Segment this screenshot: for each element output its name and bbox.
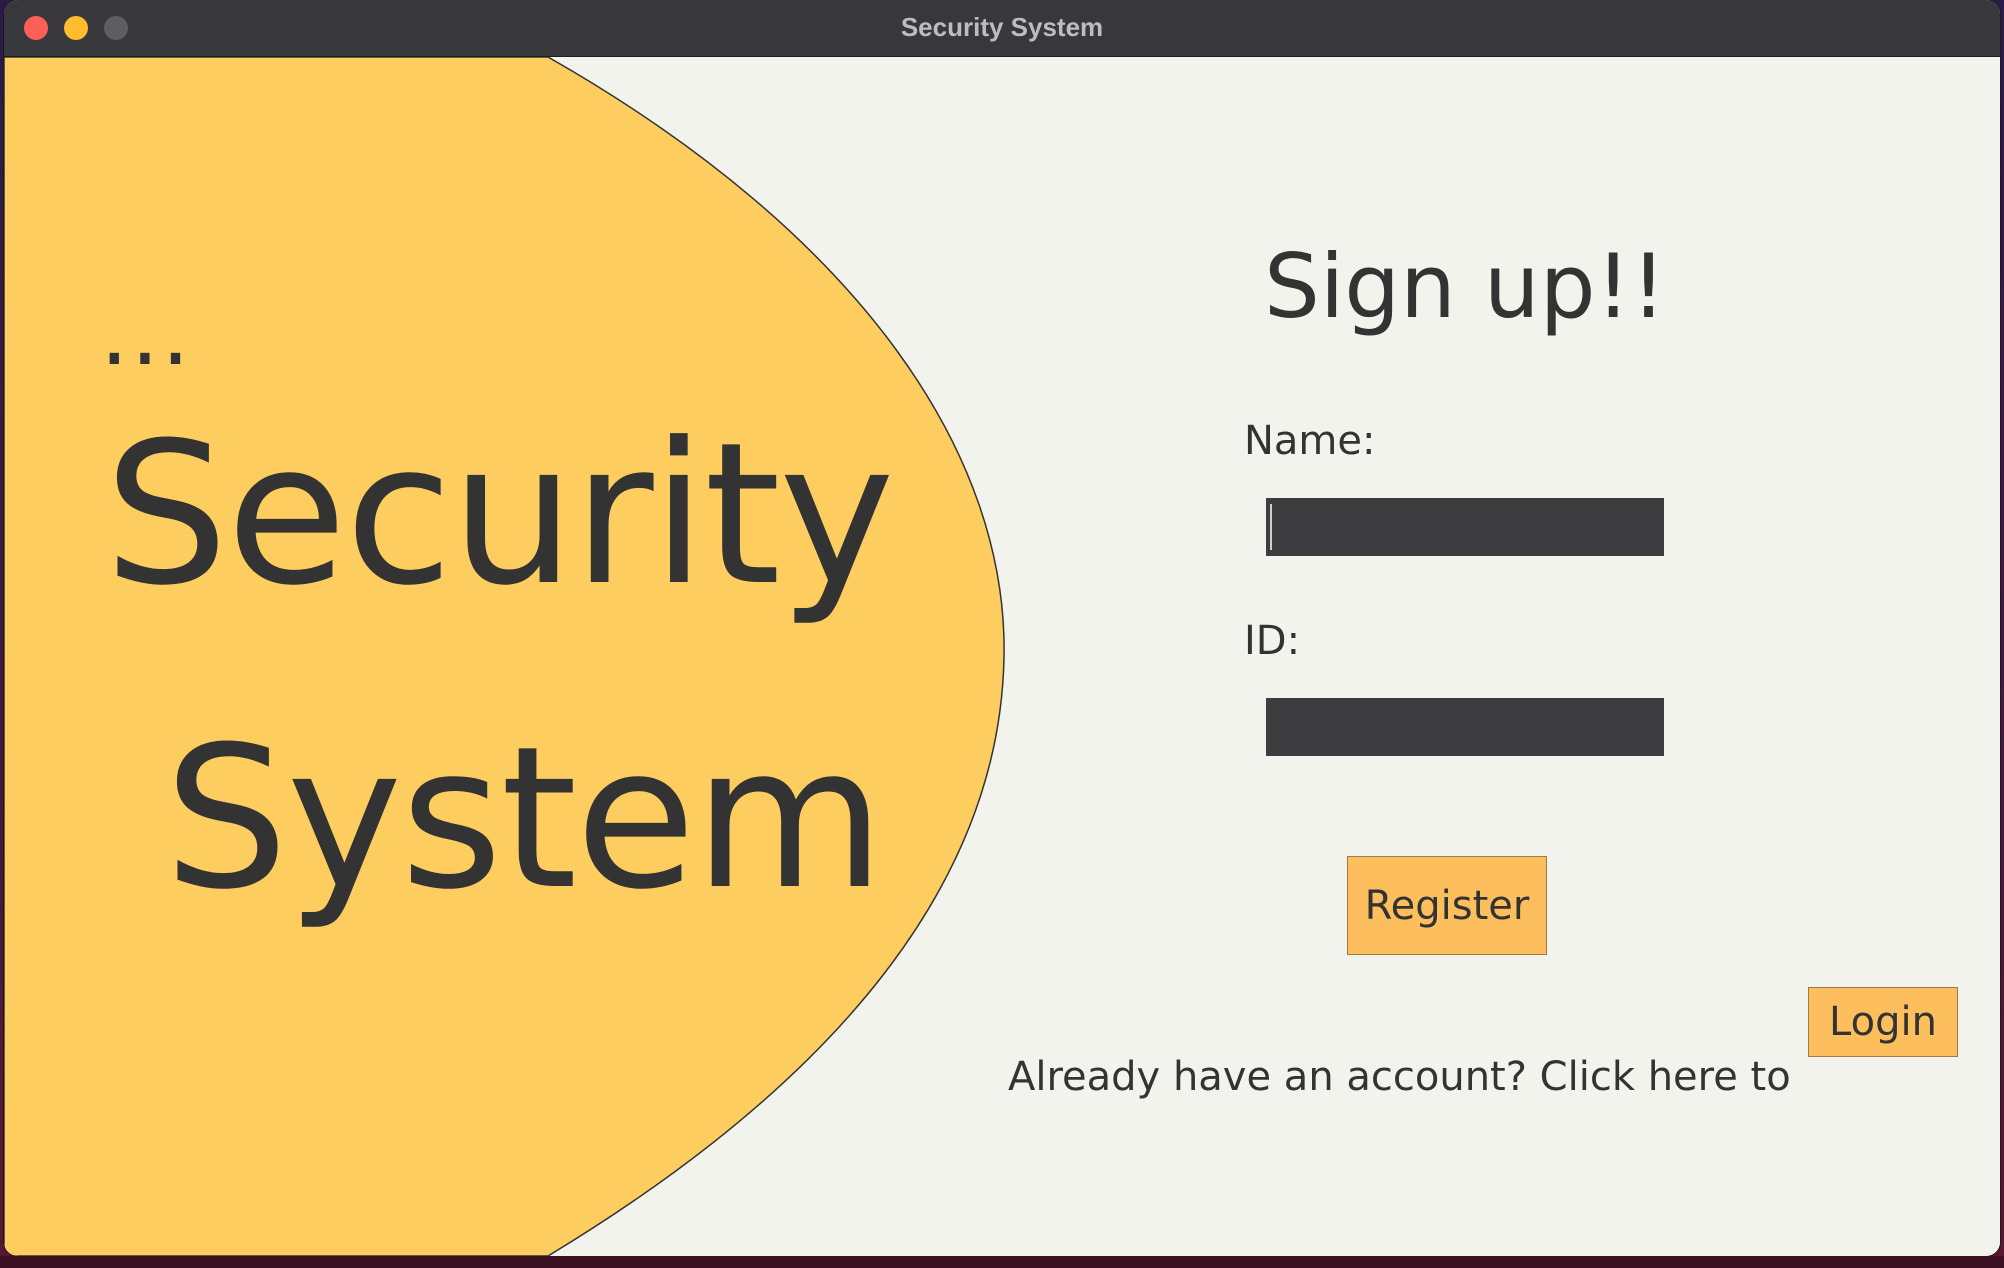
brand-dots: ... (100, 281, 192, 386)
id-input[interactable] (1266, 698, 1664, 756)
title-bar[interactable]: Security System (4, 0, 2000, 57)
brand-title-line2: System (164, 705, 885, 933)
login-button[interactable]: Login (1808, 987, 1958, 1057)
id-label: ID: (1244, 618, 1301, 664)
brand-title-line1: Security (104, 401, 895, 629)
name-label: Name: (1244, 418, 1376, 464)
form-title: Sign up!! (1264, 235, 1667, 338)
app-window: Security System ... Security System Sign… (4, 0, 2000, 1256)
window-title: Security System (900, 12, 1104, 42)
signup-screen: ... Security System Sign up!! Name: ID: … (4, 57, 2000, 1256)
name-input[interactable] (1266, 498, 1664, 556)
register-button[interactable]: Register (1347, 856, 1547, 955)
brand-blob-shape (4, 57, 1005, 1256)
desktop-bottom-edge (0, 1256, 2004, 1268)
text-caret (1270, 504, 1272, 550)
desktop-background: Security System ... Security System Sign… (0, 0, 2004, 1268)
login-prompt-text: Already have an account? Click here to (1008, 1054, 1791, 1100)
